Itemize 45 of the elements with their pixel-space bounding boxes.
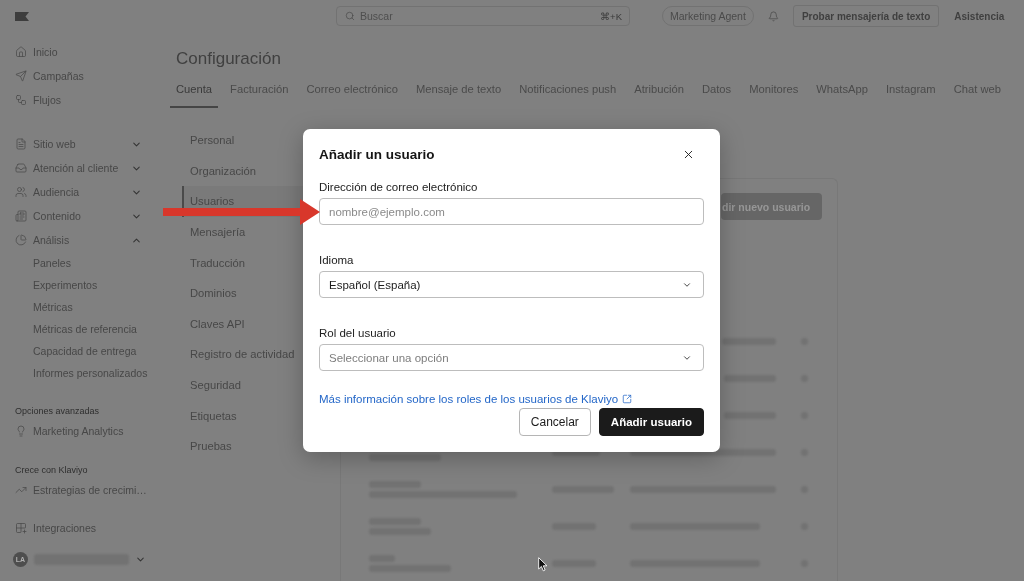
sidebar-subitem[interactable]: Paneles [0, 252, 160, 274]
sidebar-item[interactable]: Audiencia [0, 180, 160, 204]
sidebar-subitem[interactable]: Métricas de referencia [0, 318, 160, 340]
shortcut-hint: ⌘+K [600, 10, 622, 22]
sidebar-item[interactable]: Marketing Analytics [0, 419, 160, 443]
section-heading: Opciones avanzadas [14, 405, 100, 418]
sidebar-subitem[interactable]: Informes personalizados [0, 362, 160, 384]
document-icon [15, 138, 27, 150]
section-heading: Crece con Klaviyo [14, 464, 88, 477]
bell-icon [767, 10, 779, 22]
pie-chart-icon [15, 234, 27, 246]
mouse-cursor-icon [538, 557, 548, 572]
dropdown-select[interactable]: Seleccionar una opción [319, 344, 704, 371]
dropdown-select[interactable]: Español (España) [319, 271, 704, 298]
field-label: Idioma [319, 253, 354, 267]
paper-plane-icon [15, 70, 27, 82]
cancel-button[interactable]: Cancelar [518, 408, 591, 436]
submit-button[interactable]: Añadir usuario [598, 408, 704, 436]
field-label: Rol del usuario [319, 326, 396, 340]
inbox-icon [15, 162, 27, 174]
newspaper-icon [15, 210, 27, 222]
blurred-text [722, 338, 776, 345]
sidebar-item[interactable]: Integraciones [0, 516, 160, 540]
help-link[interactable]: Asistencia [954, 10, 1005, 22]
text-input[interactable]: nombre@ejemplo.com [319, 198, 704, 225]
house-icon [15, 46, 27, 58]
search-icon [345, 11, 355, 21]
lightbulb-icon [15, 425, 27, 437]
dialog-title: Añadir un usuario [319, 146, 435, 162]
sidebar-item[interactable]: Campañas [0, 64, 160, 88]
flowchart-icon [15, 94, 27, 106]
tab[interactable]: Cuenta [170, 78, 219, 108]
sidebar-item[interactable]: Contenido [0, 204, 160, 228]
try-sms-button[interactable]: Probar mensajería de texto [792, 5, 940, 27]
page-title: Configuración [176, 48, 281, 70]
grid-plus-icon [15, 522, 27, 534]
sidebar-subitem[interactable]: Experimentos [0, 274, 160, 296]
roles-info-link[interactable]: Más información sobre los roles de los usuarios de Klaviyo [319, 392, 633, 406]
sidebar-item[interactable]: Flujos [0, 88, 160, 112]
flag-icon[interactable] [15, 11, 29, 21]
sidebar-subitem[interactable]: Métricas [0, 296, 160, 318]
trend-arrow-icon [15, 484, 27, 496]
users-icon [15, 186, 27, 198]
external-link-icon [622, 394, 633, 404]
sidebar-item[interactable]: Análisis [0, 228, 160, 252]
